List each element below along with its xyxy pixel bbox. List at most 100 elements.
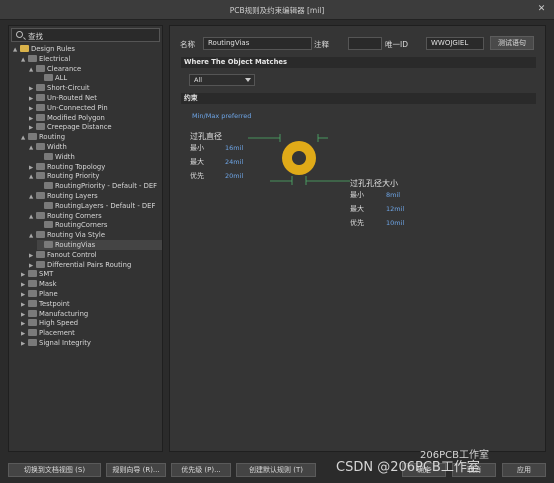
hole-size-max-label: 最大 bbox=[350, 205, 364, 213]
tree-item[interactable]: RoutingVias bbox=[37, 240, 162, 250]
collapse-arrow-icon[interactable]: ▲ bbox=[29, 65, 36, 75]
tree-item[interactable]: ▶ Routing Topology bbox=[29, 162, 162, 172]
rule-tree-panel: 查找 ▲ Design Rules ▲ Electrical ▲ Clearance ALL… bbox=[8, 25, 163, 452]
tree-item-label: Differential Pairs Routing bbox=[47, 260, 132, 269]
tree-item-label: Routing Via Style bbox=[47, 231, 106, 240]
search-icon bbox=[16, 31, 23, 38]
hole-size-max-value[interactable]: 12mil bbox=[386, 205, 404, 213]
tree-item-label: Width bbox=[55, 152, 75, 161]
rule-icon bbox=[36, 64, 45, 72]
tree-item[interactable]: ▶ Signal Integrity bbox=[21, 338, 162, 348]
collapse-arrow-icon[interactable]: ▲ bbox=[29, 231, 36, 241]
rule-icon bbox=[44, 241, 53, 248]
rule-icon bbox=[28, 319, 37, 327]
rule-icon bbox=[36, 103, 45, 111]
collapse-arrow-icon[interactable]: ▲ bbox=[21, 55, 28, 65]
comment-field[interactable] bbox=[348, 37, 382, 50]
where-object-matches-header: Where The Object Matches bbox=[181, 57, 536, 68]
close-icon[interactable]: ✕ bbox=[535, 3, 548, 16]
document-view-button[interactable]: 切换到文档视图 (S) bbox=[8, 463, 101, 477]
collapse-arrow-icon[interactable]: ▲ bbox=[21, 133, 28, 143]
collapse-arrow-icon[interactable]: ▲ bbox=[29, 172, 36, 182]
tree-item[interactable]: ▶ Creepage Distance bbox=[29, 122, 162, 132]
tree-item[interactable]: ▶ High Speed bbox=[21, 318, 162, 328]
rule-icon bbox=[36, 94, 45, 101]
tree-item-label: Mask bbox=[39, 280, 57, 289]
tree-item[interactable]: ▲ Routing Corners bbox=[29, 211, 162, 221]
rule-icon bbox=[28, 299, 37, 307]
chevron-down-icon bbox=[245, 78, 251, 82]
tree-item-label: Modified Polygon bbox=[47, 113, 105, 122]
tree-item[interactable]: ▲ Routing Layers bbox=[29, 191, 162, 201]
tree-item-label: Routing Layers bbox=[47, 192, 98, 200]
tree-item[interactable]: RoutingPriority - Default - DEF bbox=[37, 181, 162, 191]
collapse-arrow-icon[interactable]: ▲ bbox=[29, 192, 36, 202]
collapse-arrow-icon[interactable]: ▲ bbox=[29, 212, 36, 222]
match-scope-select[interactable]: All bbox=[189, 74, 255, 86]
tree-item[interactable]: ▲ Design Rules bbox=[13, 44, 162, 54]
rule-icon bbox=[28, 133, 37, 141]
collapse-arrow-icon[interactable]: ▲ bbox=[13, 45, 20, 55]
tree-item[interactable]: ▶ Modified Polygon bbox=[29, 113, 162, 123]
rule-icon bbox=[44, 74, 53, 82]
tree-item[interactable]: ▲ Width bbox=[29, 142, 162, 152]
tree-item[interactable]: RoutingCorners bbox=[37, 220, 162, 230]
expand-arrow-icon[interactable]: ▶ bbox=[21, 339, 28, 349]
search-input[interactable]: 查找 bbox=[11, 28, 160, 42]
priorities-button[interactable]: 优先级 (P)... bbox=[171, 463, 231, 477]
rule-icon bbox=[28, 329, 37, 337]
window-title: PCB规则及约束编辑器 [mil] bbox=[229, 6, 325, 15]
rule-icon bbox=[44, 221, 53, 229]
tree-item-label: Electrical bbox=[39, 54, 71, 63]
tree-item[interactable]: ▶ Plane bbox=[21, 289, 162, 299]
tree-item-label: Placement bbox=[39, 329, 75, 338]
rule-icon bbox=[36, 211, 45, 219]
apply-button[interactable]: 应用 bbox=[502, 463, 546, 477]
tree-item[interactable]: ▶ SMT bbox=[21, 269, 162, 279]
rule-icon bbox=[28, 54, 37, 62]
tree-item[interactable]: ▶ Un-Connected Pin bbox=[29, 103, 162, 113]
rule-icon bbox=[36, 172, 45, 180]
folder-icon bbox=[20, 45, 29, 52]
match-scope-value: All bbox=[194, 76, 203, 84]
tree-item[interactable]: ▲ Routing Via Style bbox=[29, 230, 162, 240]
collapse-arrow-icon[interactable]: ▲ bbox=[29, 143, 36, 153]
hole-size-pref-value[interactable]: 10mil bbox=[386, 219, 404, 227]
tree-item[interactable]: ▶ Un-Routed Net bbox=[29, 93, 162, 103]
tree-item-label: High Speed bbox=[39, 319, 79, 328]
tree-item[interactable]: ▲ Routing Priority bbox=[29, 171, 162, 181]
tree-item-label: Routing bbox=[39, 133, 66, 142]
search-placeholder: 查找 bbox=[28, 32, 43, 41]
hole-size-min-value[interactable]: 8mil bbox=[386, 191, 400, 199]
rule-icon bbox=[36, 192, 45, 199]
tree-item[interactable]: ▶ Short-Circuit bbox=[29, 83, 162, 93]
tree-item-label: Short-Circuit bbox=[47, 84, 90, 93]
tree-item[interactable]: ▶ Fanout Control bbox=[29, 250, 162, 260]
tree-item[interactable]: ▲ Clearance bbox=[29, 64, 162, 74]
tree-item[interactable]: ▶ Differential Pairs Routing bbox=[29, 260, 162, 270]
tree-item[interactable]: ▶ Placement bbox=[21, 328, 162, 338]
rule-icon bbox=[36, 162, 45, 170]
tree-item[interactable]: ▶ Mask bbox=[21, 279, 162, 289]
tree-item-label: Routing Corners bbox=[47, 211, 102, 220]
tree-item[interactable]: RoutingLayers - Default - DEF bbox=[37, 201, 162, 211]
tree-item-label: RoutingVias bbox=[55, 241, 96, 249]
name-field[interactable]: RoutingVias bbox=[203, 37, 312, 50]
tree-item[interactable]: ▲ Routing bbox=[21, 132, 162, 142]
create-default-rules-button[interactable]: 创建默认规则 (T) bbox=[236, 463, 316, 477]
tree-item[interactable]: ▶ Testpoint bbox=[21, 299, 162, 309]
tree-item[interactable]: ALL bbox=[37, 73, 162, 83]
rule-icon bbox=[36, 231, 45, 239]
tree-item[interactable]: Width bbox=[37, 152, 162, 162]
via-diagram bbox=[248, 134, 350, 185]
unique-id-field[interactable]: WWOJGIEL bbox=[426, 37, 484, 50]
tree-item[interactable]: ▲ Electrical bbox=[21, 54, 162, 64]
tree-item-label: SMT bbox=[39, 270, 54, 279]
watermark-bottom: CSDN @206PCB工作室 bbox=[336, 460, 480, 475]
test-query-button[interactable]: 测试语句 bbox=[490, 36, 534, 50]
rule-wizard-button[interactable]: 规则向导 (R)... bbox=[106, 463, 166, 477]
via-diameter-pref-label: 优先 bbox=[190, 172, 204, 180]
tree-item[interactable]: ▶ Manufacturing bbox=[21, 309, 162, 319]
tree-item-label: Design Rules bbox=[31, 45, 75, 53]
tree-item-label: Clearance bbox=[47, 64, 82, 73]
